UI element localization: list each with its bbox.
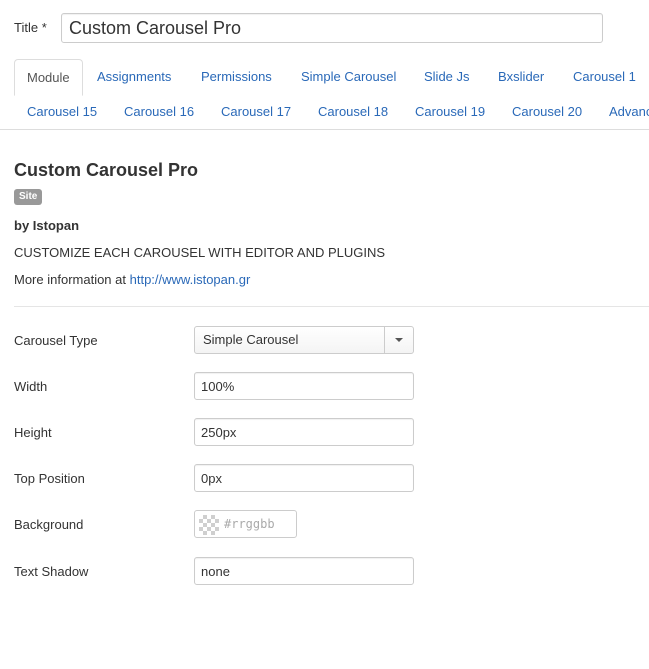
color-swatch-icon[interactable] — [199, 515, 219, 535]
chevron-down-icon — [395, 338, 403, 342]
carousel-type-value: Simple Carousel — [203, 332, 299, 347]
tab-permissions[interactable]: Permissions — [201, 59, 272, 95]
tab-module[interactable]: Module — [14, 59, 83, 96]
background-color-field[interactable] — [194, 510, 297, 538]
tab-slide-js[interactable]: Slide Js — [424, 59, 470, 95]
module-author: by Istopan — [14, 218, 80, 233]
tab-advanced[interactable]: Advanc — [609, 95, 649, 129]
tabs-row-2: Carousel 15 Carousel 16 Carousel 17 Caro… — [0, 95, 649, 130]
width-label: Width — [14, 379, 48, 394]
height-label: Height — [14, 425, 52, 440]
text-shadow-input[interactable] — [194, 557, 414, 585]
height-input[interactable] — [194, 418, 414, 446]
more-info-link[interactable]: http://www.istopan.gr — [130, 272, 251, 287]
top-position-input[interactable] — [194, 464, 414, 492]
module-title: Custom Carousel Pro — [14, 160, 199, 180]
more-info: More information at http://www.istopan.g… — [14, 272, 250, 287]
dropdown-toggle[interactable] — [384, 327, 413, 353]
site-badge: Site — [14, 189, 43, 205]
tabs-row-1: Module Assignments Permissions Simple Ca… — [14, 59, 649, 96]
background-color-input[interactable] — [224, 514, 292, 534]
title-input[interactable] — [61, 13, 603, 43]
tab-carousel-15[interactable]: Carousel 15 — [27, 95, 97, 129]
tab-assignments[interactable]: Assignments — [97, 59, 171, 95]
tab-carousel-19[interactable]: Carousel 19 — [415, 95, 485, 129]
carousel-type-select[interactable]: Simple Carousel — [194, 326, 414, 354]
module-description: CUSTOMIZE EACH CAROUSEL WITH EDITOR AND … — [14, 245, 386, 260]
text-shadow-label: Text Shadow — [14, 564, 89, 579]
divider — [14, 306, 649, 307]
background-label: Background — [14, 517, 84, 532]
title-label: Title * — [14, 20, 47, 35]
top-position-label: Top Position — [14, 471, 85, 486]
tab-carousel-1[interactable]: Carousel 1 — [573, 59, 636, 95]
more-info-prefix: More information at — [14, 272, 126, 287]
width-input[interactable] — [194, 372, 414, 400]
tab-carousel-16[interactable]: Carousel 16 — [124, 95, 194, 129]
tab-carousel-20[interactable]: Carousel 20 — [512, 95, 582, 129]
tab-bxslider[interactable]: Bxslider — [498, 59, 544, 95]
tab-carousel-17[interactable]: Carousel 17 — [221, 95, 291, 129]
tab-simple-carousel[interactable]: Simple Carousel — [301, 59, 396, 95]
tab-carousel-18[interactable]: Carousel 18 — [318, 95, 388, 129]
carousel-type-label: Carousel Type — [14, 333, 98, 348]
